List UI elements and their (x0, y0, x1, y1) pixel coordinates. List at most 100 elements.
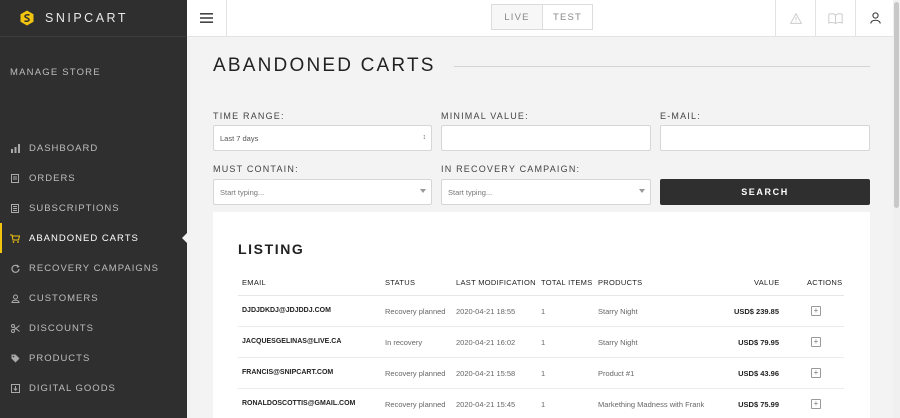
recovery-campaign-input[interactable]: Start typing... (441, 179, 651, 205)
column-header-email: EMAIL (242, 278, 267, 287)
table-row[interactable]: DJDJDKDJ@JDJDDJ.COM Recovery planned 202… (238, 296, 844, 327)
user-icon (10, 293, 20, 303)
page-title: ABANDONED CARTS (213, 55, 436, 76)
table-row[interactable]: FRANCIS@SNIPCART.COM Recovery planned 20… (238, 358, 844, 389)
sidebar-item-customers[interactable]: CUSTOMERS (0, 283, 187, 313)
row-value: USD$ 239.85 (733, 307, 779, 316)
page-scrollbar[interactable] (893, 0, 900, 418)
time-range-value: Last 7 days (220, 133, 259, 143)
sidebar-item-label: SUBSCRIPTIONS (29, 202, 120, 214)
recovery-campaign-label: IN RECOVERY CAMPAIGN: (441, 164, 581, 174)
top-bar: LIVE TEST (187, 0, 900, 37)
minimal-value-input[interactable] (441, 125, 651, 151)
column-header-products: PRODUCTS (598, 278, 643, 287)
must-contain-input[interactable]: Start typing... (213, 179, 432, 205)
sidebar-item-digital-goods[interactable]: DIGITAL GOODS (0, 373, 187, 403)
chevron-down-icon (639, 189, 645, 193)
column-header-total-items: TOTAL ITEMS (541, 278, 593, 287)
sidebar-nav: DASHBOARD ORDERS SUBSCRIPTIONS ABANDONED… (0, 133, 187, 403)
row-value: USD$ 75.99 (738, 400, 779, 409)
hamburger-icon (200, 13, 213, 23)
row-products: Product #1 (598, 369, 635, 378)
column-header-status: STATUS (385, 278, 416, 287)
sidebar-item-discounts[interactable]: DISCOUNTS (0, 313, 187, 343)
row-products: Starry Night (598, 307, 638, 316)
document-icon (10, 173, 20, 183)
book-icon (828, 12, 843, 24)
must-contain-label: MUST CONTAIN: (213, 164, 299, 174)
tag-icon (10, 353, 20, 363)
column-header-last-modification: LAST MODIFICATION (456, 278, 536, 287)
row-value: USD$ 43.96 (738, 369, 779, 378)
scissors-icon (10, 323, 20, 333)
email-label: E-MAIL: (660, 111, 701, 121)
table-header: EMAIL STATUS LAST MODIFICATION TOTAL ITE… (238, 276, 844, 296)
minimal-value-label: MINIMAL VALUE: (441, 111, 529, 121)
email-input[interactable] (660, 125, 870, 151)
sidebar-item-label: ORDERS (29, 172, 76, 184)
column-header-value: VALUE (754, 278, 780, 287)
expand-row-button[interactable]: + (811, 399, 821, 409)
warning-icon (789, 12, 802, 24)
row-items: 1 (541, 369, 546, 378)
table-row[interactable]: JACQUESGELINAS@LIVE.CA In recovery 2020-… (238, 327, 844, 358)
row-items: 1 (541, 307, 546, 316)
select-arrows-icon: ↕ (422, 134, 427, 141)
account-button[interactable] (855, 0, 895, 36)
user-icon (870, 12, 881, 24)
list-icon (10, 203, 20, 213)
sidebar-item-products[interactable]: PRODUCTS (0, 343, 187, 373)
sidebar-item-label: DASHBOARD (29, 142, 99, 154)
sidebar-item-label: PRODUCTS (29, 352, 91, 364)
sidebar-item-label: ABANDONED CARTS (29, 232, 139, 244)
plus-icon: + (813, 337, 819, 346)
plus-icon: + (813, 399, 819, 408)
expand-row-button[interactable]: + (811, 368, 821, 378)
snipcart-logo-icon (20, 10, 34, 26)
brand[interactable]: SNIPCART (0, 0, 187, 37)
row-status: Recovery planned (385, 307, 446, 316)
menu-toggle-button[interactable] (187, 0, 227, 36)
row-items: 1 (541, 400, 546, 409)
sidebar-item-dashboard[interactable]: DASHBOARD (0, 133, 187, 163)
sidebar-item-abandoned-carts[interactable]: ABANDONED CARTS (0, 223, 187, 253)
title-divider (453, 65, 870, 67)
row-modified: 2020-04-21 15:45 (456, 400, 516, 409)
env-live-button[interactable]: LIVE (492, 5, 542, 29)
row-status: In recovery (385, 338, 423, 347)
row-status: Recovery planned (385, 400, 446, 409)
must-contain-placeholder: Start typing... (220, 187, 265, 197)
expand-row-button[interactable]: + (811, 306, 821, 316)
sidebar-item-recovery-campaigns[interactable]: RECOVERY CAMPAIGNS (0, 253, 187, 283)
chevron-down-icon (420, 189, 426, 193)
sidebar-item-label: DISCOUNTS (29, 322, 94, 334)
row-email: RONALDOSCOTTIS@GMAIL.COM (242, 400, 356, 407)
row-products: Markething Madness with Frank (598, 400, 705, 409)
docs-button[interactable] (815, 0, 855, 36)
alerts-button[interactable] (775, 0, 815, 36)
sidebar-item-orders[interactable]: ORDERS (0, 163, 187, 193)
sidebar-item-label: RECOVERY CAMPAIGNS (29, 262, 159, 274)
bar-chart-icon (10, 143, 20, 153)
environment-toggle: LIVE TEST (491, 4, 593, 30)
sidebar-section-title: MANAGE STORE (10, 67, 101, 78)
row-items: 1 (541, 338, 546, 347)
time-range-select[interactable]: Last 7 days ↕ (213, 125, 432, 151)
search-button[interactable]: SEARCH (660, 179, 870, 205)
page-header: ABANDONED CARTS (213, 37, 870, 95)
row-modified: 2020-04-21 16:02 (456, 338, 516, 347)
expand-row-button[interactable]: + (811, 337, 821, 347)
sidebar: SNIPCART MANAGE STORE DASHBOARD ORDERS S… (0, 0, 187, 418)
row-status: Recovery planned (385, 369, 446, 378)
row-modified: 2020-04-21 15:58 (456, 369, 516, 378)
sidebar-item-subscriptions[interactable]: SUBSCRIPTIONS (0, 193, 187, 223)
table-row[interactable]: RONALDOSCOTTIS@GMAIL.COM Recovery planne… (238, 389, 844, 418)
plus-icon: + (813, 368, 819, 377)
row-email: JACQUESGELINAS@LIVE.CA (242, 338, 342, 345)
row-email: FRANCIS@SNIPCART.COM (242, 369, 334, 376)
row-products: Starry Night (598, 338, 638, 347)
scrollbar-thumb[interactable] (894, 2, 899, 208)
cart-icon (10, 233, 20, 243)
env-test-button[interactable]: TEST (542, 5, 592, 29)
refresh-icon (10, 263, 20, 273)
